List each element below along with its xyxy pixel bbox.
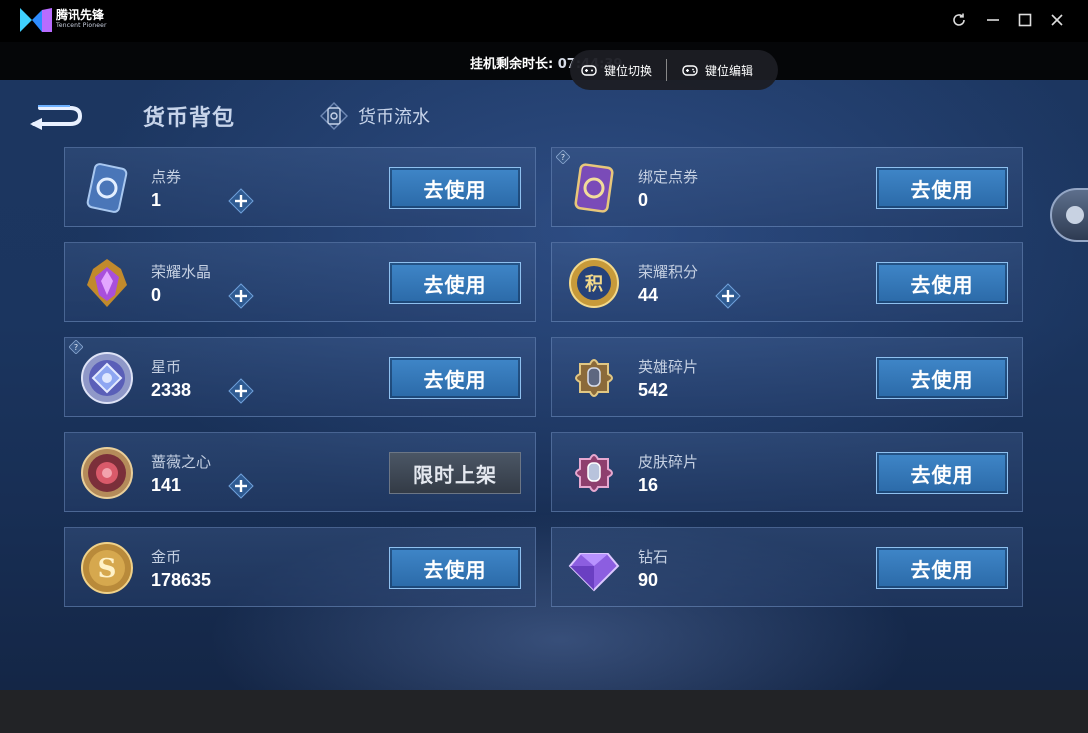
currency-amount: 90 bbox=[638, 570, 659, 590]
svg-text:S: S bbox=[98, 554, 117, 584]
currency-name: 英雄碎片 bbox=[638, 358, 699, 376]
minimize-button[interactable] bbox=[982, 9, 1004, 31]
use-button[interactable]: 去使用 bbox=[876, 167, 1008, 209]
tencent-pioneer-logo-icon bbox=[20, 8, 52, 32]
use-button[interactable]: 去使用 bbox=[389, 357, 521, 399]
currency-card: ? 星币 2338 去使用 bbox=[64, 337, 536, 417]
use-button[interactable]: 去使用 bbox=[876, 262, 1008, 304]
glory-crystal-icon bbox=[87, 259, 127, 307]
limited-time-button[interactable]: 限时上架 bbox=[389, 452, 521, 494]
currency-name: 钻石 bbox=[638, 548, 669, 566]
idle-timer-label: 挂机剩余时长: bbox=[470, 57, 558, 72]
app-name: 腾讯先锋 bbox=[56, 8, 105, 22]
key-edit-button[interactable]: 键位编辑 bbox=[671, 50, 763, 90]
use-button[interactable]: 去使用 bbox=[876, 452, 1008, 494]
currency-card: S 金币 178635 去使用 bbox=[64, 527, 536, 607]
currency-name: 皮肤碎片 bbox=[638, 453, 699, 471]
currency-amount: 44 bbox=[638, 285, 659, 305]
hero-fragment-icon bbox=[575, 359, 613, 397]
side-panel-handle[interactable] bbox=[1050, 188, 1088, 242]
currency-name: 荣耀水晶 bbox=[151, 263, 212, 281]
skin-fragment-icon bbox=[575, 454, 613, 492]
currency-amount: 0 bbox=[151, 285, 162, 305]
currency-amount: 2338 bbox=[151, 380, 192, 400]
use-button[interactable]: 去使用 bbox=[389, 167, 521, 209]
add-icon[interactable] bbox=[228, 473, 254, 499]
currency-flow-icon bbox=[320, 102, 348, 130]
game-area: 货币背包 货币流水 点券 1 去使用 ? 绑定点券 0 去使用 荣耀水晶 0 去… bbox=[0, 80, 1088, 690]
currency-name: 荣耀积分 bbox=[638, 263, 699, 281]
svg-text:积: 积 bbox=[585, 274, 603, 295]
currency-amount: 542 bbox=[638, 380, 669, 400]
svg-text:?: ? bbox=[561, 153, 565, 162]
currency-amount: 1 bbox=[151, 190, 162, 210]
currency-card: 点券 1 去使用 bbox=[64, 147, 536, 227]
star-coin-icon bbox=[81, 352, 133, 404]
bound-coupon-icon bbox=[574, 163, 614, 213]
currency-amount: 141 bbox=[151, 475, 182, 495]
currency-name: 星币 bbox=[151, 358, 182, 376]
key-mapping-pill: 键位切换 键位编辑 bbox=[570, 50, 778, 90]
currency-name: 金币 bbox=[151, 548, 182, 566]
use-button[interactable]: 去使用 bbox=[876, 357, 1008, 399]
app-name-sub: Tencent Pioneer bbox=[56, 22, 107, 29]
currency-name: 绑定点券 bbox=[638, 168, 699, 186]
close-icon bbox=[1051, 14, 1063, 26]
key-edit-label: 键位编辑 bbox=[705, 63, 754, 78]
currency-card: 积 荣耀积分 44 去使用 bbox=[551, 242, 1023, 322]
bottom-bar bbox=[0, 690, 1088, 733]
rose-heart-icon bbox=[81, 447, 133, 499]
add-icon[interactable] bbox=[228, 188, 254, 214]
currency-amount: 178635 bbox=[151, 570, 212, 590]
title-bar: 腾讯先锋 Tencent Pioneer bbox=[0, 0, 1088, 42]
use-button[interactable]: 去使用 bbox=[876, 547, 1008, 589]
use-button[interactable]: 去使用 bbox=[389, 547, 521, 589]
add-icon[interactable] bbox=[715, 283, 741, 309]
refresh-button[interactable] bbox=[948, 9, 970, 31]
currency-card: 蔷薇之心 141 限时上架 bbox=[64, 432, 536, 512]
gold-coin-icon: S bbox=[81, 542, 133, 594]
currency-name: 蔷薇之心 bbox=[151, 453, 212, 471]
currency-amount: 0 bbox=[638, 190, 649, 210]
close-button[interactable] bbox=[1046, 9, 1068, 31]
currency-name: 点券 bbox=[151, 168, 182, 186]
use-button[interactable]: 去使用 bbox=[389, 262, 521, 304]
currency-amount: 16 bbox=[638, 475, 659, 495]
maximize-button[interactable] bbox=[1014, 9, 1036, 31]
currency-card: 英雄碎片 542 去使用 bbox=[551, 337, 1023, 417]
currency-card: ? 绑定点券 0 去使用 bbox=[551, 147, 1023, 227]
ticket-coupon-icon bbox=[86, 163, 128, 213]
add-icon[interactable] bbox=[228, 378, 254, 404]
gamepad-edit-icon bbox=[682, 65, 698, 76]
key-divider bbox=[666, 59, 668, 81]
currency-card: 钻石 90 去使用 bbox=[551, 527, 1023, 607]
tab-currency-flow[interactable]: 货币流水 bbox=[320, 102, 430, 130]
currency-card: 荣耀水晶 0 去使用 bbox=[64, 242, 536, 322]
key-switch-label: 键位切换 bbox=[604, 63, 653, 78]
side-handle-dot-icon bbox=[1066, 206, 1084, 224]
svg-text:?: ? bbox=[74, 343, 78, 352]
glory-points-icon: 积 bbox=[569, 258, 619, 308]
currency-card: 皮肤碎片 16 去使用 bbox=[551, 432, 1023, 512]
maximize-icon bbox=[1018, 13, 1032, 27]
tab-currency-bag[interactable]: 货币背包 bbox=[143, 100, 235, 132]
minimize-icon bbox=[987, 19, 999, 21]
back-arrow-icon[interactable] bbox=[28, 98, 84, 132]
currency-flow-label: 货币流水 bbox=[358, 107, 430, 128]
add-icon[interactable] bbox=[228, 283, 254, 309]
diamond-icon bbox=[568, 553, 620, 592]
key-switch-button[interactable]: 键位切换 bbox=[570, 50, 662, 90]
gamepad-switch-icon bbox=[581, 65, 597, 76]
refresh-icon bbox=[953, 13, 965, 26]
